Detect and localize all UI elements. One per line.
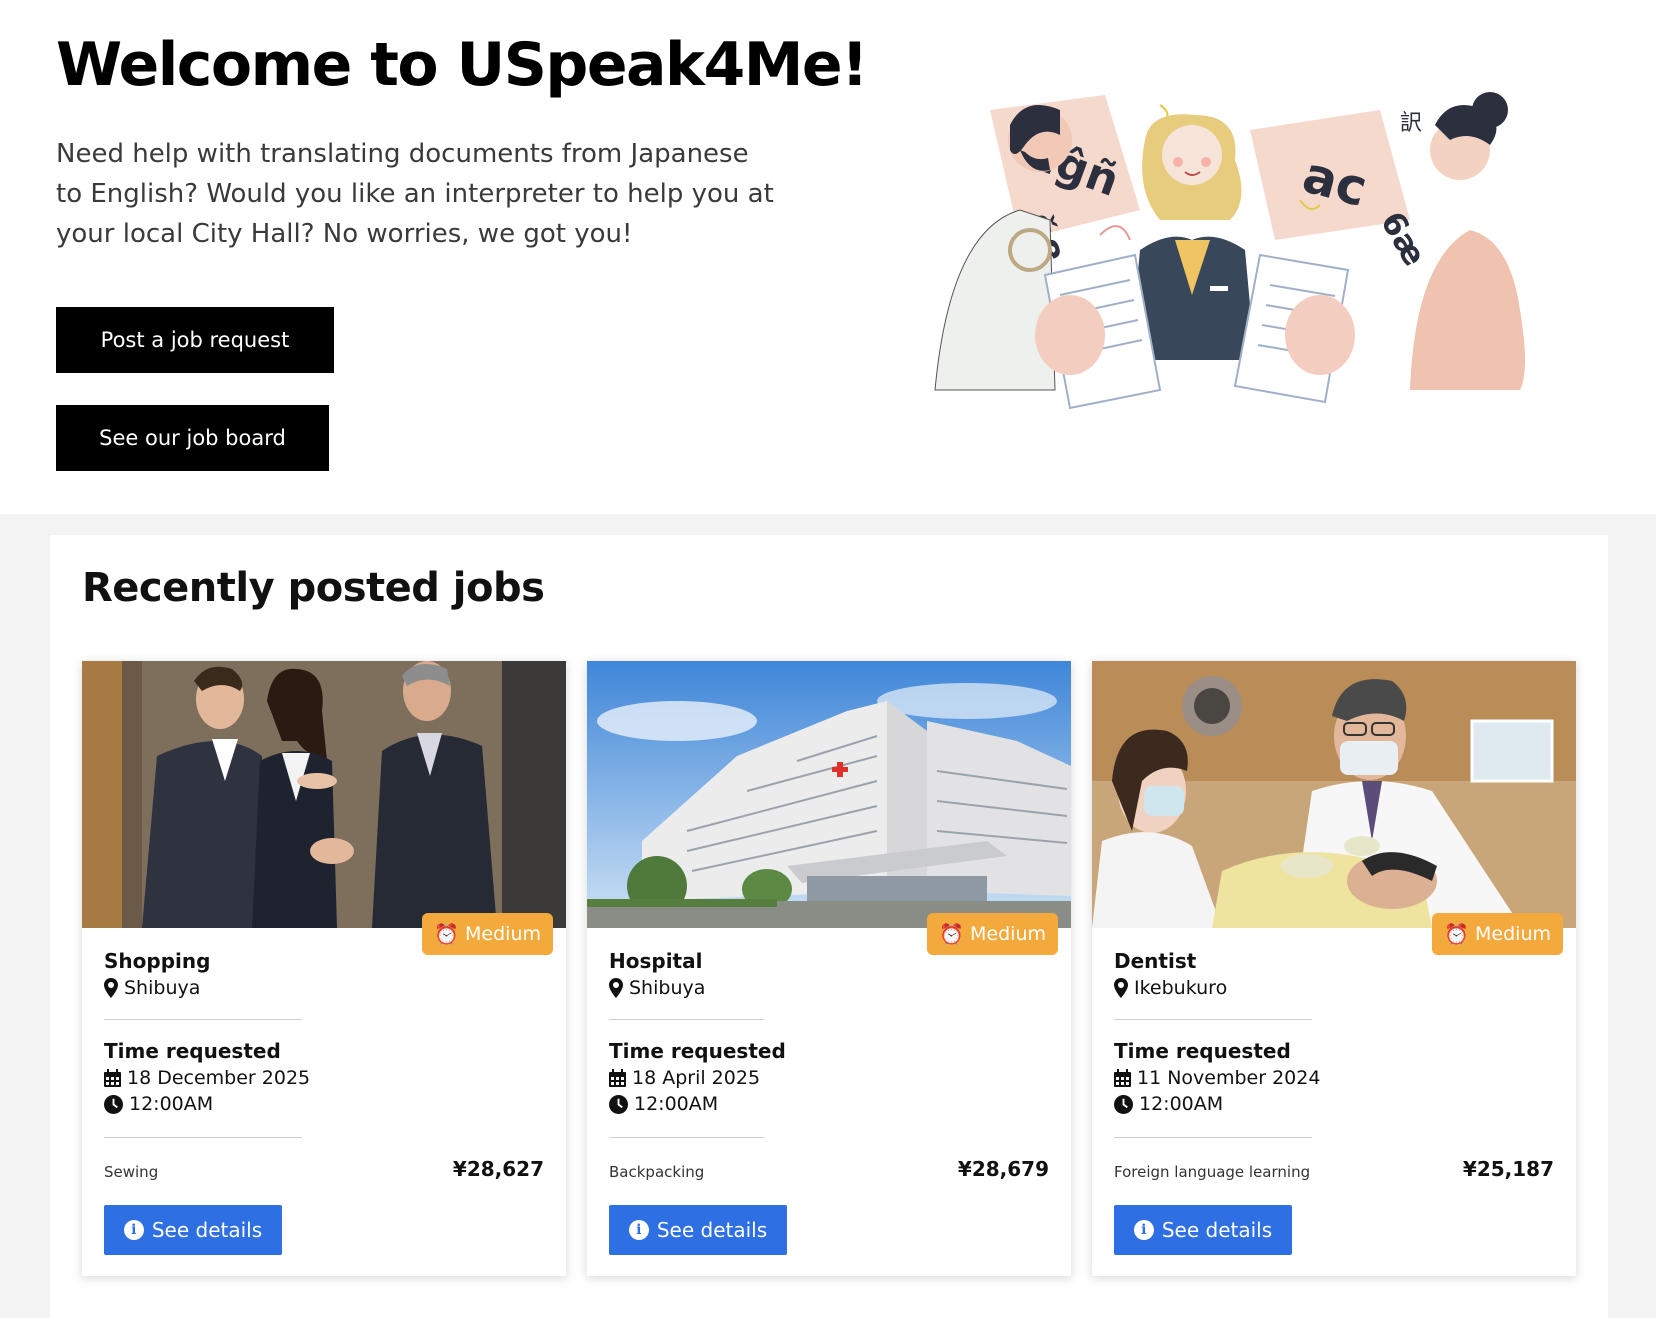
svg-text:訳: 訳 xyxy=(1400,111,1422,136)
see-job-board-button[interactable]: See our job board xyxy=(56,405,329,471)
info-icon: i xyxy=(628,1220,649,1240)
clock-icon xyxy=(1114,1094,1133,1114)
urgency-label: Medium xyxy=(465,923,541,945)
job-category: Shopping xyxy=(104,949,211,973)
info-icon: i xyxy=(123,1220,144,1240)
job-card: ⏰ Medium Hospital Shibuya Time requested… xyxy=(587,661,1071,1276)
job-category: Hospital xyxy=(609,949,703,973)
job-location: Ikebukuro xyxy=(1134,977,1228,999)
post-job-request-button[interactable]: Post a job request xyxy=(56,307,334,373)
map-pin-icon xyxy=(104,978,118,998)
hero-description: Need help with translating documents fro… xyxy=(56,139,774,249)
time-requested-label: Time requested xyxy=(609,1039,786,1063)
job-date: 18 December 2025 xyxy=(127,1067,311,1089)
job-card: ⏰ Medium Shopping Shibuya Time requested… xyxy=(82,661,566,1276)
job-price: ¥28,679 xyxy=(957,1157,1049,1181)
divider xyxy=(609,1019,764,1020)
job-hobby: Sewing xyxy=(104,1163,159,1181)
job-image-dentist xyxy=(1092,661,1576,928)
clock-icon xyxy=(104,1094,123,1114)
job-time: 12:00AM xyxy=(129,1093,214,1115)
alarm-clock-icon: ⏰ xyxy=(939,922,965,946)
info-icon: i xyxy=(1133,1220,1154,1240)
alarm-clock-icon: ⏰ xyxy=(434,922,460,946)
see-details-button[interactable]: i See details xyxy=(609,1205,787,1255)
job-card: ⏰ Medium Dentist Ikebukuro Time requeste… xyxy=(1092,661,1576,1276)
map-pin-icon xyxy=(1114,978,1128,998)
job-category: Dentist xyxy=(1114,949,1197,973)
job-time: 12:00AM xyxy=(634,1093,719,1115)
job-price: ¥28,627 xyxy=(452,1157,544,1181)
calendar-icon xyxy=(609,1069,626,1087)
recent-jobs-heading: Recently posted jobs xyxy=(82,565,545,611)
job-hobby: Foreign language learning xyxy=(1114,1163,1311,1181)
job-date: 18 April 2025 xyxy=(632,1067,761,1089)
divider xyxy=(104,1137,302,1138)
urgency-label: Medium xyxy=(1475,923,1551,945)
job-time: 12:00AM xyxy=(1139,1093,1224,1115)
page-title: Welcome to USpeak4Me! xyxy=(56,30,868,100)
job-location: Shibuya xyxy=(629,977,706,999)
divider xyxy=(1114,1019,1312,1020)
see-details-button[interactable]: i See details xyxy=(104,1205,282,1255)
divider xyxy=(104,1019,302,1020)
job-location: Shibuya xyxy=(124,977,201,999)
map-pin-icon xyxy=(609,978,623,998)
see-details-button[interactable]: i See details xyxy=(1114,1205,1292,1255)
time-requested-label: Time requested xyxy=(104,1039,281,1063)
job-date: 11 November 2024 xyxy=(1137,1067,1321,1089)
time-requested-label: Time requested xyxy=(1114,1039,1291,1063)
job-image-business-meeting xyxy=(82,661,566,928)
job-price: ¥25,187 xyxy=(1462,1157,1554,1181)
divider xyxy=(1114,1137,1312,1138)
job-hobby: Backpacking xyxy=(609,1163,705,1181)
alarm-clock-icon: ⏰ xyxy=(1444,922,1470,946)
hero-section: Welcome to USpeak4Me! Need help with tra… xyxy=(0,0,1656,514)
calendar-icon xyxy=(1114,1069,1131,1087)
clock-icon xyxy=(609,1094,628,1114)
calendar-icon xyxy=(104,1069,121,1087)
divider xyxy=(609,1137,764,1138)
job-image-hospital xyxy=(587,661,1071,928)
translators-illustration: àĝñ Šß ac 6æ 訳 xyxy=(930,90,1580,420)
urgency-label: Medium xyxy=(970,923,1046,945)
